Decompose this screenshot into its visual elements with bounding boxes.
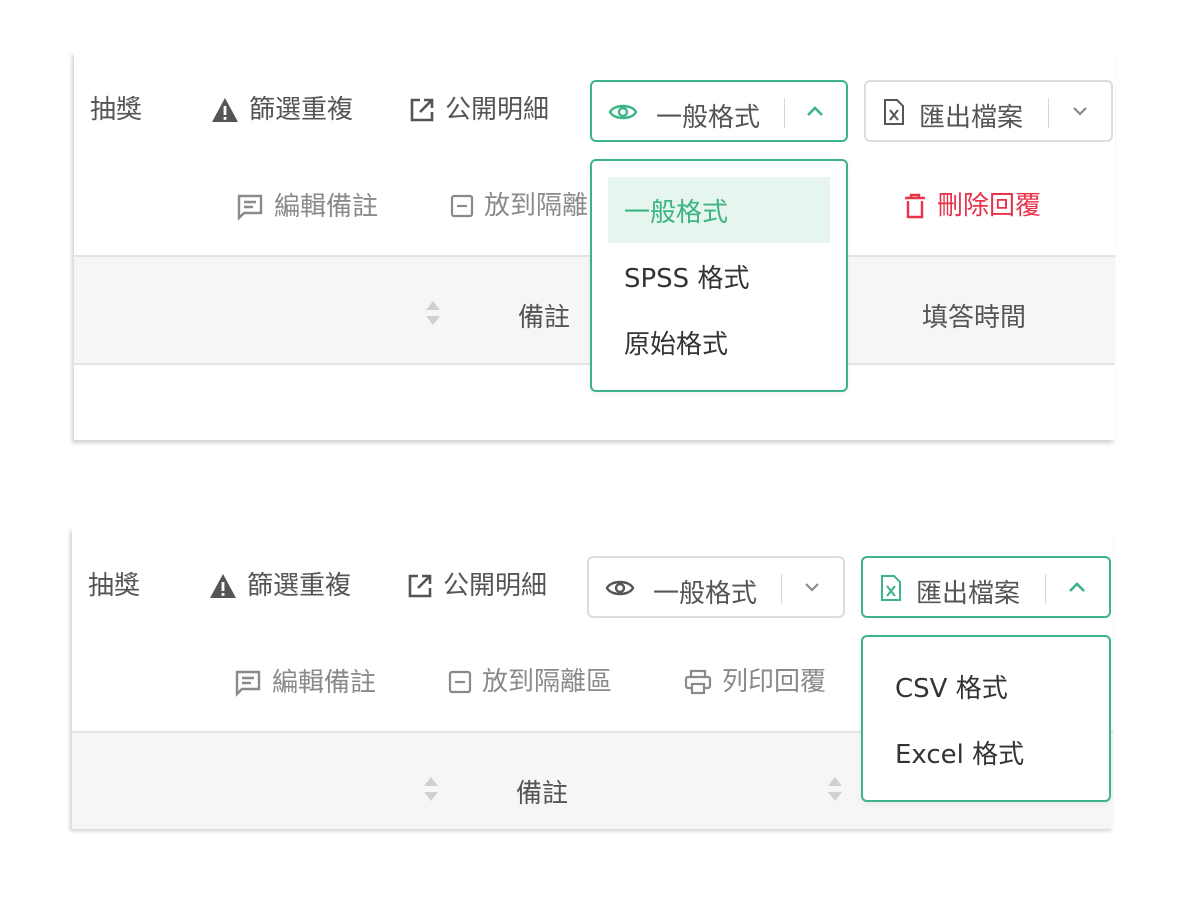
external-link-icon [408, 574, 432, 598]
note-icon [237, 194, 263, 221]
eye-icon [605, 580, 635, 596]
excel-file-icon [884, 99, 904, 125]
public-details-label: 公開明細 [445, 95, 550, 125]
filter-duplicates-label: 篩選重複 [247, 571, 352, 601]
edit-notes-button[interactable]: 編輯備註 [236, 193, 378, 221]
warning-icon [210, 574, 236, 598]
view-format-select[interactable]: 一般格式 [590, 80, 848, 142]
excel-file-icon [881, 575, 901, 601]
export-value: 匯出檔案 [919, 103, 1024, 133]
trash-icon [905, 193, 925, 219]
export-option-csv[interactable]: CSV 格式 [879, 653, 1093, 719]
select-divider [1048, 98, 1049, 128]
view-format-select[interactable]: 一般格式 [587, 556, 845, 618]
export-select[interactable]: 匯出檔案 [861, 556, 1111, 618]
eye-icon [608, 104, 638, 120]
lottery-label: 抽獎 [88, 571, 141, 601]
view-format-dropdown: 一般格式 SPSS 格式 原始格式 [590, 159, 848, 392]
printer-icon [684, 669, 712, 695]
answer-time-column-header: 填答時間 [922, 303, 1027, 333]
filter-duplicates-button[interactable]: 篩選重複 [211, 97, 353, 123]
export-value: 匯出檔案 [916, 579, 1021, 609]
chevron-down-icon[interactable] [801, 576, 823, 598]
public-details-button[interactable]: 公開明細 [409, 97, 549, 123]
note-icon [235, 670, 261, 697]
sort-icon[interactable] [422, 775, 440, 803]
responses-panel-top: 抽獎 篩選重複 公開明細 一般格式 匯出檔案 編輯備註 放到隔離 刪除回覆 備註… [74, 52, 1115, 440]
delete-replies-button[interactable]: 刪除回覆 [903, 193, 1041, 219]
print-replies-button[interactable]: 列印回覆 [684, 669, 826, 695]
select-divider [1045, 574, 1046, 604]
view-format-option-general[interactable]: 一般格式 [608, 177, 830, 243]
responses-panel-bottom: 抽獎 篩選重複 公開明細 一般格式 匯出檔案 編輯備註 放到隔離區 列印回覆 備… [72, 528, 1113, 829]
edit-notes-button[interactable]: 編輯備註 [234, 669, 376, 697]
view-format-value: 一般格式 [656, 103, 761, 133]
quarantine-button[interactable]: 放到隔離 [450, 193, 588, 219]
sort-icon[interactable] [826, 775, 844, 803]
lottery-button[interactable]: 抽獎 [90, 97, 142, 123]
quarantine-label: 放到隔離區 [482, 667, 613, 697]
view-format-option-spss[interactable]: SPSS 格式 [608, 243, 830, 309]
chevron-up-icon[interactable] [804, 100, 826, 122]
filter-duplicates-label: 篩選重複 [249, 95, 354, 125]
export-option-excel[interactable]: Excel 格式 [879, 719, 1093, 785]
lottery-button[interactable]: 抽獎 [88, 573, 140, 599]
view-format-value: 一般格式 [653, 579, 758, 609]
public-details-label: 公開明細 [443, 571, 548, 601]
notes-column-header: 備註 [516, 779, 569, 809]
edit-notes-label: 編輯備註 [272, 668, 377, 698]
chevron-down-icon[interactable] [1069, 100, 1091, 122]
view-format-option-raw[interactable]: 原始格式 [608, 309, 830, 375]
select-divider [784, 98, 785, 128]
quarantine-button[interactable]: 放到隔離區 [448, 669, 612, 695]
quarantine-label: 放到隔離 [484, 191, 589, 221]
external-link-icon [410, 98, 434, 122]
minus-square-icon [448, 670, 472, 694]
notes-column-header: 備註 [518, 303, 571, 333]
select-divider [781, 574, 782, 604]
sort-icon[interactable] [424, 299, 442, 327]
edit-notes-label: 編輯備註 [274, 192, 379, 222]
minus-square-icon [450, 194, 474, 218]
warning-icon [212, 98, 238, 122]
export-dropdown: CSV 格式 Excel 格式 [861, 635, 1111, 802]
lottery-label: 抽獎 [90, 95, 143, 125]
print-replies-label: 列印回覆 [722, 667, 827, 697]
filter-duplicates-button[interactable]: 篩選重複 [209, 573, 351, 599]
delete-replies-label: 刪除回覆 [937, 191, 1042, 221]
public-details-button[interactable]: 公開明細 [407, 573, 547, 599]
export-select[interactable]: 匯出檔案 [864, 80, 1113, 142]
chevron-up-icon[interactable] [1066, 576, 1088, 598]
